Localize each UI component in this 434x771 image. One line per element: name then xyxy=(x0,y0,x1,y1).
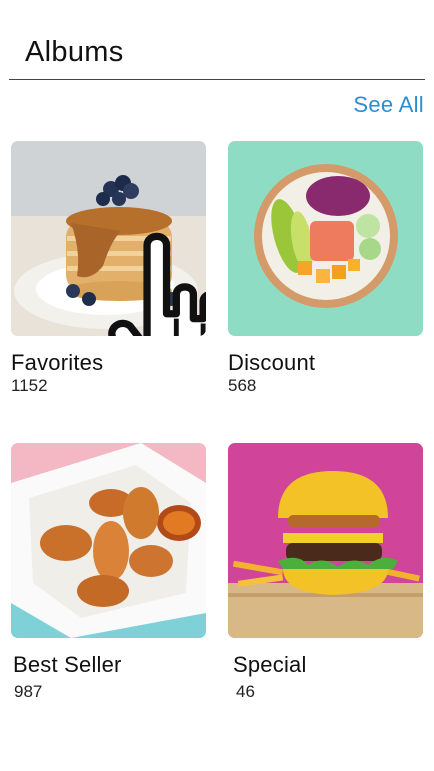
album-card-discount[interactable]: Discount 568 xyxy=(228,141,423,396)
burger-image xyxy=(228,443,423,638)
fried-chicken-image xyxy=(11,443,206,638)
album-count: 987 xyxy=(14,682,43,701)
see-all-link[interactable]: See All xyxy=(353,92,424,118)
album-title: Special xyxy=(233,652,307,677)
album-title: Best Seller xyxy=(13,652,122,677)
album-title: Discount xyxy=(228,350,316,375)
album-thumbnail-poke-bowl[interactable] xyxy=(228,141,423,336)
album-count: 1152 xyxy=(11,376,48,395)
album-thumbnail-fried-chicken[interactable] xyxy=(11,443,206,638)
album-thumbnail-pancakes[interactable] xyxy=(11,141,206,336)
album-title: Favorites xyxy=(11,350,104,375)
hand-pointer-icon xyxy=(108,232,206,336)
page-title: Albums xyxy=(25,36,124,68)
album-count: 46 xyxy=(236,682,255,701)
album-thumbnail-burger[interactable] xyxy=(228,443,423,638)
album-card-special[interactable]: Special 46 xyxy=(228,443,423,702)
album-card-favorites[interactable]: Favorites 1152 xyxy=(11,141,206,396)
album-card-best-seller[interactable]: Best Seller 987 xyxy=(11,443,206,702)
poke-bowl-image xyxy=(228,141,423,336)
album-count: 568 xyxy=(228,376,257,395)
header-divider xyxy=(9,79,425,80)
